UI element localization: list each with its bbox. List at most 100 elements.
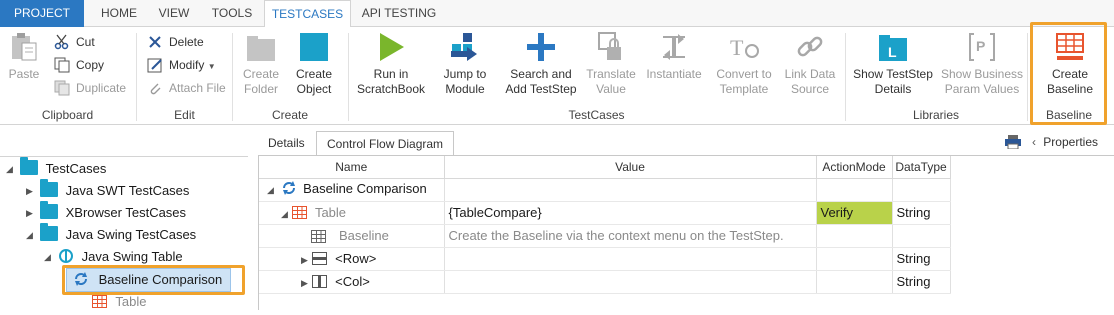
row-name: Baseline Comparison xyxy=(303,181,427,196)
row-type[interactable]: String xyxy=(892,270,951,294)
show-business-param-values-button[interactable]: P Show Business Param Values xyxy=(940,31,1024,97)
jump-arrow-icon xyxy=(449,31,481,63)
template-icon: T xyxy=(728,31,760,63)
column-header-actionmode[interactable]: ActionMode xyxy=(816,156,893,179)
row-value[interactable]: Create the Baseline via the context menu… xyxy=(444,224,817,248)
run-in-scratchbook-button[interactable]: Run in ScratchBook xyxy=(353,31,429,97)
cut-button[interactable]: Cut xyxy=(54,32,95,52)
tree-item-java-swing[interactable]: ◢ Java Swing TestCases xyxy=(22,223,197,246)
row-name-cell[interactable]: ◢ Table xyxy=(259,201,445,225)
expand-arrow-icon[interactable]: ▶ xyxy=(26,202,36,224)
collapse-arrow-icon[interactable]: ◢ xyxy=(6,158,16,180)
row-value[interactable] xyxy=(444,247,817,271)
row-type[interactable]: String xyxy=(892,201,951,225)
table-row[interactable]: Baseline Create the Baseline via the con… xyxy=(259,224,951,248)
instantiate-button[interactable]: Instantiate xyxy=(643,31,705,82)
printer-icon[interactable] xyxy=(1004,134,1021,156)
row-action[interactable] xyxy=(816,178,893,202)
refresh-cycle-icon xyxy=(281,180,297,199)
collapse-arrow-icon[interactable]: ◢ xyxy=(267,185,274,195)
tab-project[interactable]: PROJECT xyxy=(0,0,84,27)
copy-button[interactable]: Copy xyxy=(54,55,104,75)
expand-arrow-icon[interactable]: ▶ xyxy=(26,180,36,202)
table-row[interactable]: ◢ Baseline Comparison xyxy=(259,178,951,202)
row-action[interactable] xyxy=(816,224,893,248)
table-row[interactable]: ▶ <Col> String xyxy=(259,270,951,294)
row-name-cell[interactable]: ◢ Baseline Comparison xyxy=(259,178,445,202)
attach-file-button[interactable]: Attach File xyxy=(147,78,226,98)
search-and-add-teststep-button[interactable]: Search and Add TestStep xyxy=(501,31,581,97)
expand-arrow-icon[interactable]: ▶ xyxy=(301,255,308,265)
tab-details[interactable]: Details xyxy=(258,131,315,155)
row-name-cell[interactable]: ▶ <Row> xyxy=(259,247,445,271)
row-type[interactable]: String xyxy=(892,247,951,271)
tab-tools[interactable]: TOOLS xyxy=(202,0,262,27)
row-action[interactable] xyxy=(816,247,893,271)
tree-label: Java Swing TestCases xyxy=(65,227,197,242)
group-clipboard-label: Clipboard xyxy=(41,108,94,122)
column-header-datatype[interactable]: DataType xyxy=(892,156,951,179)
tab-testcases[interactable]: TESTCASES xyxy=(264,0,351,28)
column-header-name[interactable]: Name xyxy=(259,156,445,179)
row-value[interactable] xyxy=(444,178,817,202)
table-row[interactable]: ◢ Table {TableCompare} Verify String xyxy=(259,201,951,225)
row-value[interactable]: {TableCompare} xyxy=(444,201,817,225)
convert-to-template-label: Convert to Template xyxy=(716,67,772,96)
tree-label: TestCases xyxy=(45,161,107,176)
chain-link-icon xyxy=(794,31,826,63)
row-action[interactable]: Verify xyxy=(816,201,893,225)
grid-header-row: Name Value ActionMode DataType xyxy=(259,156,951,179)
paste-icon xyxy=(8,31,40,63)
chevron-left-icon: ‹ xyxy=(1031,135,1036,149)
create-folder-label: Create Folder xyxy=(242,67,280,96)
link-data-source-button[interactable]: Link Data Source xyxy=(781,31,839,97)
grid-table: Name Value ActionMode DataType ◢ Baselin… xyxy=(259,156,951,294)
cut-label: Cut xyxy=(76,35,95,49)
tab-control-flow-diagram[interactable]: Control Flow Diagram xyxy=(316,131,455,155)
collapse-arrow-icon[interactable]: ◢ xyxy=(26,224,36,246)
instantiate-label: Instantiate xyxy=(646,67,702,81)
group-edit-label: Edit xyxy=(174,108,195,122)
column-header-value[interactable]: Value xyxy=(444,156,817,179)
modify-label: Modify xyxy=(169,58,205,72)
row-type[interactable] xyxy=(892,178,951,202)
tab-home[interactable]: HOME xyxy=(90,0,148,27)
tab-api-testing[interactable]: API TESTING xyxy=(356,0,442,27)
column-icon xyxy=(311,275,327,288)
testcase-tree: ◢ TestCases ▶ Java SWT TestCases ▶ XBrow… xyxy=(0,156,248,310)
tree-item-java-swt[interactable]: ▶ Java SWT TestCases xyxy=(22,179,189,202)
delete-x-icon xyxy=(147,34,163,50)
row-action[interactable] xyxy=(816,270,893,294)
collapse-arrow-icon[interactable]: ◢ xyxy=(44,246,54,268)
create-folder-button[interactable]: Create Folder xyxy=(237,31,285,97)
tree-item-testcases[interactable]: ◢ TestCases xyxy=(4,157,107,180)
paste-button[interactable]: Paste xyxy=(4,31,44,82)
delete-button[interactable]: Delete xyxy=(147,32,204,52)
collapse-arrow-icon[interactable]: ◢ xyxy=(281,209,288,219)
object-icon xyxy=(298,31,330,63)
convert-to-template-button[interactable]: T Convert to Template xyxy=(711,31,777,97)
table-icon xyxy=(92,293,107,308)
paste-label: Paste xyxy=(8,67,40,81)
create-object-dropdown[interactable]: Create Object xyxy=(289,31,339,97)
modify-dropdown[interactable]: Modify ▼ xyxy=(147,55,216,75)
row-type[interactable] xyxy=(892,224,951,248)
library-folder-icon: L xyxy=(877,31,909,63)
properties-toggle[interactable]: ‹ Properties xyxy=(1004,131,1098,156)
row-value[interactable] xyxy=(444,270,817,294)
link-data-source-label: Link Data Source xyxy=(784,67,836,96)
tree-item-xbrowser[interactable]: ▶ XBrowser TestCases xyxy=(22,201,187,224)
row-name-cell[interactable]: ▶ <Col> xyxy=(259,270,445,294)
row-name: <Row> xyxy=(335,251,377,266)
expand-arrow-icon[interactable]: ▶ xyxy=(301,278,308,288)
group-create: Create Folder Create Object Create xyxy=(233,27,347,125)
table-row[interactable]: ▶ <Row> String xyxy=(259,247,951,271)
duplicate-button[interactable]: Duplicate xyxy=(54,78,126,98)
row-name-cell[interactable]: Baseline xyxy=(259,224,445,248)
show-teststep-details-button[interactable]: L Show TestStep Details xyxy=(852,31,934,97)
translate-value-button[interactable]: Translate Value xyxy=(585,31,637,97)
tab-view[interactable]: VIEW xyxy=(150,0,198,27)
jump-to-module-dropdown[interactable]: Jump to Module xyxy=(433,31,497,97)
search-and-add-teststep-label: Search and Add TestStep xyxy=(505,67,577,96)
tree-label: XBrowser TestCases xyxy=(65,205,187,220)
